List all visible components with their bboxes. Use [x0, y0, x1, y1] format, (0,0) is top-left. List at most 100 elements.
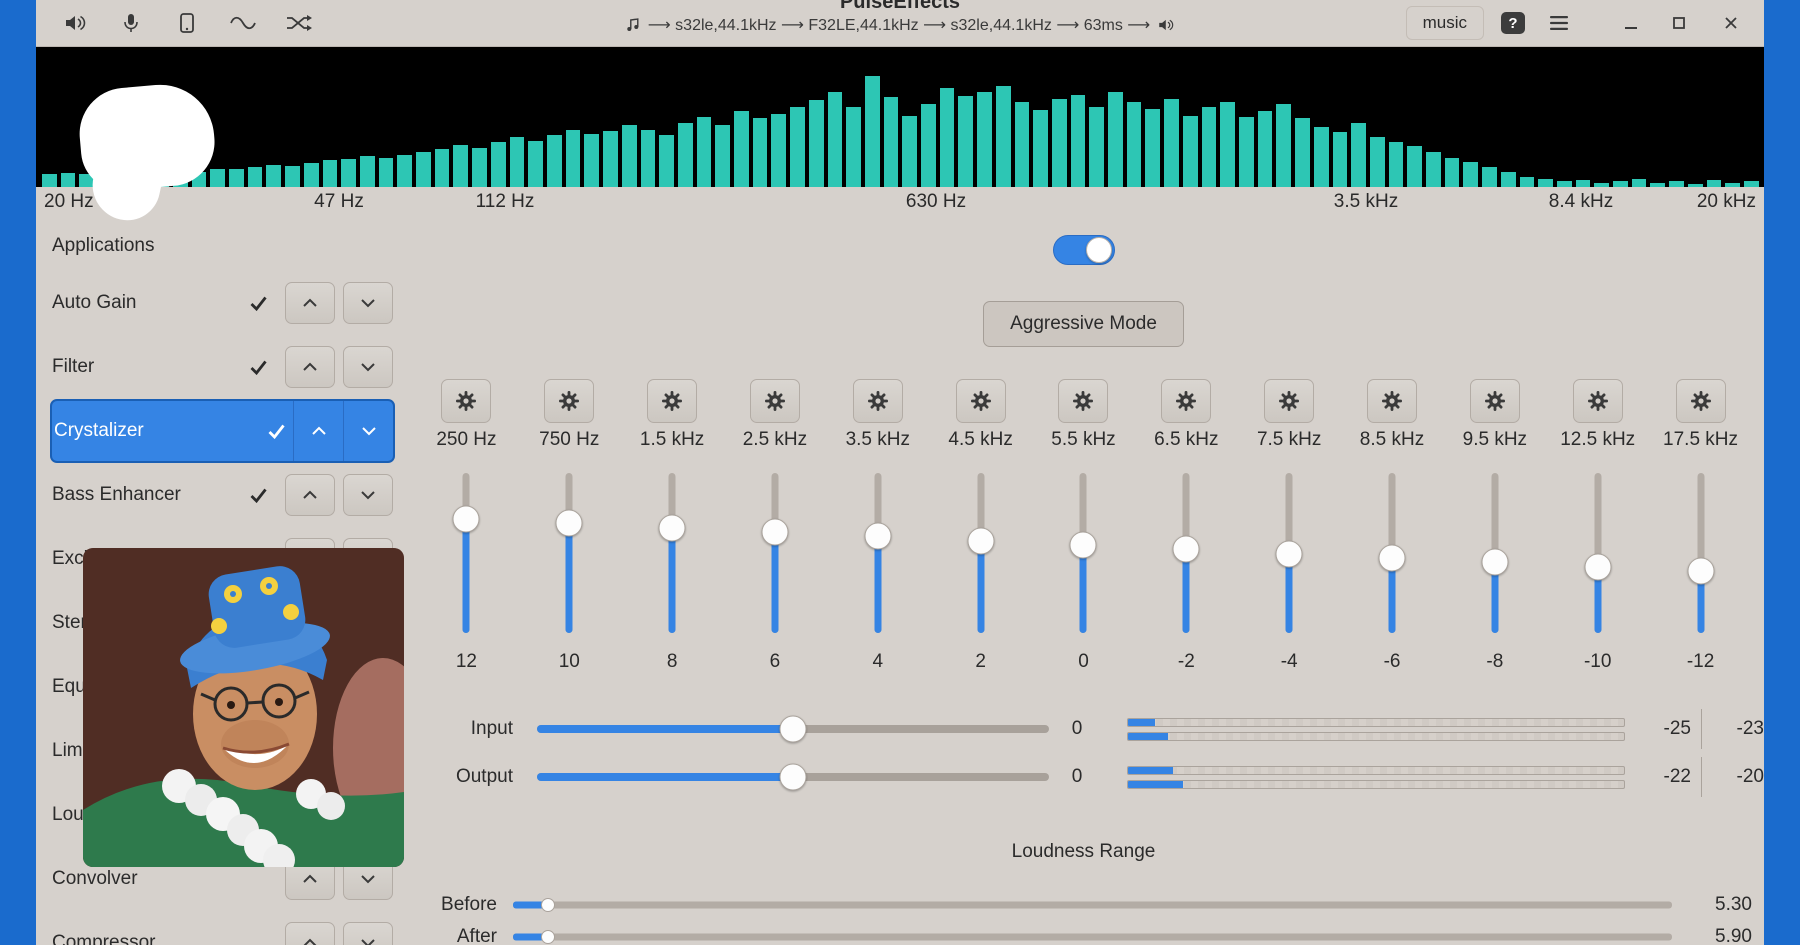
move-down-button[interactable]: [343, 922, 393, 945]
slider-thumb[interactable]: [556, 510, 583, 537]
enabled-check-icon[interactable]: [241, 488, 275, 503]
spectrum-bar: [902, 116, 917, 187]
spectrum-bars: [36, 47, 1764, 187]
db-divider: [1701, 709, 1702, 749]
band-intensity-slider[interactable]: [1172, 473, 1200, 633]
move-down-button[interactable]: [343, 401, 393, 461]
titlebar-left-icons: [36, 8, 314, 38]
app-menu-button[interactable]: [1542, 7, 1576, 39]
spectrum-bar: [248, 167, 263, 187]
band-frequency-label: 17.5 kHz: [1663, 429, 1738, 451]
band-intensity-slider[interactable]: [1069, 473, 1097, 633]
band-intensity-slider[interactable]: [1584, 473, 1612, 633]
gain-slider[interactable]: [537, 715, 1049, 743]
spectrum-bar: [566, 130, 581, 187]
slider-thumb[interactable]: [780, 764, 807, 791]
preset-help-button[interactable]: ?: [1498, 7, 1528, 39]
band-settings-button[interactable]: [1367, 379, 1417, 423]
aggressive-mode-button[interactable]: Aggressive Mode: [983, 301, 1184, 347]
sidebar-item[interactable]: Auto Gain: [50, 271, 395, 335]
band-intensity-slider[interactable]: [1687, 473, 1715, 633]
band-settings-button[interactable]: [544, 379, 594, 423]
move-down-button[interactable]: [343, 346, 393, 388]
band-settings-button[interactable]: [1058, 379, 1108, 423]
wave-icon[interactable]: [228, 8, 258, 38]
sidebar-item[interactable]: Applications: [50, 221, 395, 271]
move-up-button[interactable]: [285, 474, 335, 516]
chevron-down-icon: [360, 298, 376, 308]
enabled-check-icon[interactable]: [259, 424, 293, 439]
slider-fill: [771, 532, 778, 633]
gain-slider[interactable]: [537, 763, 1049, 791]
device-icon[interactable]: [172, 8, 202, 38]
band-intensity-slider[interactable]: [967, 473, 995, 633]
band-intensity-slider[interactable]: [555, 473, 583, 633]
move-down-button[interactable]: [343, 474, 393, 516]
move-up-button[interactable]: [293, 401, 343, 461]
slider-fill: [537, 725, 793, 733]
slider-thumb[interactable]: [967, 527, 994, 554]
slider-thumb[interactable]: [780, 716, 807, 743]
band-intensity-slider[interactable]: [1275, 473, 1303, 633]
slider-thumb[interactable]: [1276, 540, 1303, 567]
slider-thumb[interactable]: [541, 898, 555, 912]
move-up-button[interactable]: [285, 922, 335, 945]
slider-thumb[interactable]: [864, 523, 891, 550]
spectrum-bar: [210, 169, 225, 187]
sidebar-item[interactable]: Crystalizer: [50, 399, 395, 463]
band-intensity-slider[interactable]: [1378, 473, 1406, 633]
slider-thumb[interactable]: [1379, 544, 1406, 571]
shuffle-icon[interactable]: [284, 8, 314, 38]
loudness-row-label: After: [427, 926, 497, 945]
move-up-button[interactable]: [285, 346, 335, 388]
band-settings-button[interactable]: [1676, 379, 1726, 423]
band-intensity-slider[interactable]: [1481, 473, 1509, 633]
band-settings-button[interactable]: [750, 379, 800, 423]
slider-thumb[interactable]: [453, 506, 480, 533]
loudness-slider[interactable]: [513, 897, 1672, 913]
close-button[interactable]: [1714, 7, 1748, 39]
plugin-enabled-toggle[interactable]: [1053, 235, 1115, 265]
maximize-button[interactable]: [1662, 7, 1696, 39]
band-intensity-slider[interactable]: [761, 473, 789, 633]
band-settings-button[interactable]: [1470, 379, 1520, 423]
band-settings-button[interactable]: [1573, 379, 1623, 423]
band-settings-button[interactable]: [441, 379, 491, 423]
sidebar-item[interactable]: Filter: [50, 335, 395, 399]
meter-right: [1127, 732, 1625, 741]
spectrum-bar: [641, 130, 656, 187]
band-settings-button[interactable]: [1264, 379, 1314, 423]
minimize-button[interactable]: [1614, 7, 1648, 39]
slider-thumb[interactable]: [1070, 532, 1097, 559]
slider-thumb[interactable]: [541, 930, 555, 944]
band-settings-button[interactable]: [956, 379, 1006, 423]
enabled-check-icon[interactable]: [241, 360, 275, 375]
enabled-check-icon[interactable]: [241, 296, 275, 311]
band-settings-button[interactable]: [1161, 379, 1211, 423]
microphone-icon[interactable]: [116, 8, 146, 38]
photo-overlay: [83, 548, 404, 867]
pipeline-status: ⟶ s32le,44.1kHz ⟶ F32LE,44.1kHz ⟶ s32le,…: [626, 15, 1174, 35]
band-settings-button[interactable]: [853, 379, 903, 423]
slider-thumb[interactable]: [761, 519, 788, 546]
sidebar-item-label: Crystalizer: [54, 420, 259, 442]
speaker-icon[interactable]: [60, 8, 90, 38]
slider-thumb[interactable]: [1173, 536, 1200, 563]
spectrum-bar: [790, 107, 805, 187]
band-settings-button[interactable]: [647, 379, 697, 423]
preset-menu-button[interactable]: music: [1406, 6, 1484, 40]
slider-thumb[interactable]: [1481, 549, 1508, 576]
sidebar-item[interactable]: Bass Enhancer: [50, 463, 395, 527]
move-up-button[interactable]: [285, 282, 335, 324]
band-intensity-slider[interactable]: [658, 473, 686, 633]
band-intensity-slider[interactable]: [452, 473, 480, 633]
slider-thumb[interactable]: [659, 514, 686, 541]
freq-scale: 20 Hz47 Hz112 Hz630 Hz3.5 kHz8.4 kHz20 k…: [36, 187, 1764, 221]
slider-thumb[interactable]: [1687, 557, 1714, 584]
sidebar-item[interactable]: Compressor: [50, 911, 395, 945]
spectrum-bar: [1370, 137, 1385, 187]
loudness-slider[interactable]: [513, 929, 1672, 945]
move-down-button[interactable]: [343, 282, 393, 324]
slider-thumb[interactable]: [1584, 553, 1611, 580]
band-intensity-slider[interactable]: [864, 473, 892, 633]
